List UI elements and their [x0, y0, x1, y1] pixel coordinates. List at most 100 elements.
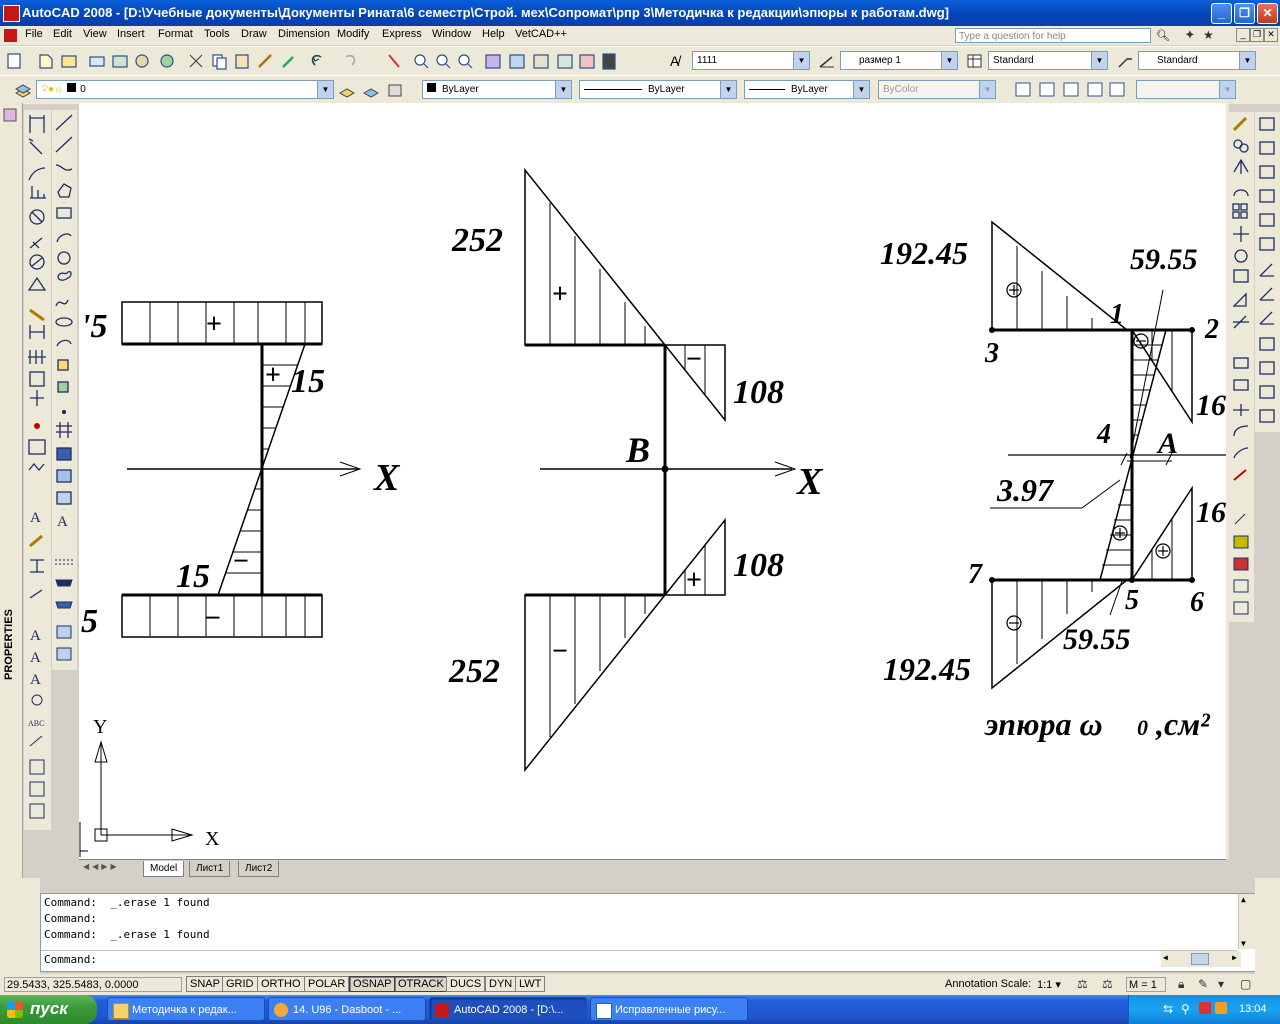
start-button[interactable]: пуск [0, 995, 97, 1024]
properties-palette-strip[interactable]: PROPERTIES [0, 103, 23, 893]
doc-close-button[interactable]: ✕ [1264, 28, 1278, 42]
menu-window[interactable]: Window [432, 28, 471, 40]
command-hscrollbar[interactable]: ◀ ▶ [1161, 951, 1241, 967]
tab-navigation-arrows[interactable]: ◀◀▶▶ [83, 862, 143, 875]
annotation-scale-value[interactable]: 1:1 ▾ [1037, 978, 1061, 991]
menu-modify[interactable]: Modify [337, 28, 369, 40]
taskbar-item-autocad[interactable]: AutoCAD 2008 - [D:\... [429, 997, 587, 1021]
search-icon[interactable]: 🔍︎ [1156, 29, 1170, 42]
toggle-ortho[interactable]: ORTHO [257, 976, 305, 992]
toggle-lwt[interactable]: LWT [515, 976, 546, 992]
menu-file[interactable]: File [25, 28, 43, 40]
tab-model[interactable]: Model [143, 861, 185, 877]
viewport-scale-dropdown[interactable]: ▼ [1136, 80, 1236, 99]
lineweight-control-dropdown[interactable]: ByLayer ▼ [744, 80, 870, 99]
d1-label-5-bottom: 5 [81, 603, 98, 640]
d2-label-252-bottom: 252 [448, 653, 500, 690]
minimize-button[interactable]: _ [1211, 3, 1232, 24]
taskbar-item-player[interactable]: 14. U96 - Dasboot - ... [268, 997, 426, 1021]
layer-dropdown[interactable]: 💡︎●☼ 0 ▼ [36, 80, 334, 99]
tray-app-icon[interactable] [1215, 1002, 1227, 1014]
command-prompt-input[interactable]: Command: [44, 953, 97, 966]
layers-toolbar: 💡︎●☼ 0 ▼ ByLayer ▼ ByLayer ▼ ByLayer ▼ ByColo… [0, 75, 1280, 104]
taskbar-item-word[interactable]: Исправленные рису... [590, 997, 748, 1021]
d2-sign-minus-bottom: − [552, 636, 568, 667]
clean-screen-icon[interactable]: ▢ [1240, 977, 1251, 991]
menu-express[interactable]: Express [382, 28, 422, 40]
close-button[interactable]: ✕ [1257, 3, 1278, 24]
d3-label-59-top: 59.55 [1130, 243, 1198, 276]
toggle-polar[interactable]: POLAR [304, 976, 350, 992]
toggle-snap[interactable]: SNAP [186, 976, 224, 992]
help-search-input[interactable]: Type a question for help [955, 28, 1151, 43]
communication-center-icon[interactable]: ⯌ [1186, 29, 1195, 42]
tab-layout-2[interactable]: Лист2 [238, 861, 280, 877]
command-window[interactable]: Command: _.erase 1 found Command: Comman… [40, 893, 1256, 972]
standard-toolbar: A̸ 1111 ▼ размер 1 ▼ Standard ▼ Standard ▼ [0, 46, 1280, 76]
favorites-star-icon[interactable]: ★ [1203, 28, 1214, 42]
scroll-down-icon[interactable]: ▼ [1241, 939, 1246, 948]
menu-tools[interactable]: Tools [204, 28, 230, 40]
layer-manager-icon[interactable] [14, 81, 32, 99]
dimension-style-icon[interactable] [818, 52, 836, 70]
d3-label-192-top: 192.45 [880, 235, 968, 271]
coordinates-readout[interactable]: 29.5433, 325.5483, 0.0000 [4, 977, 182, 992]
menu-draw[interactable]: Draw [241, 28, 267, 40]
search-tray-icon[interactable]: ⚲ [1181, 1002, 1190, 1016]
antivirus-icon[interactable] [1199, 1002, 1211, 1014]
windows-logo-icon [7, 1002, 23, 1018]
menu-insert[interactable]: Insert [117, 28, 145, 40]
d3-caption-unit: ,см² [1155, 706, 1211, 742]
svg-text:ABC: ABC [28, 719, 44, 728]
toggle-osnap[interactable]: OSNAP [349, 976, 396, 992]
menu-help[interactable]: Help [482, 28, 505, 40]
make-object-layer-current-icon[interactable] [338, 81, 356, 99]
taskbar-item-folder[interactable]: Методичка к редак... [107, 997, 265, 1021]
properties-palette-icon[interactable] [3, 108, 18, 123]
status-menu-icon[interactable]: ▾ [1218, 977, 1224, 991]
toggle-grid[interactable]: GRID [222, 976, 258, 992]
ucs-icon [79, 740, 194, 857]
table-style-dropdown[interactable]: Standard ▼ [988, 51, 1108, 70]
d3-point-4: 4 [1096, 419, 1111, 450]
dimension-style-dropdown[interactable]: размер 1 ▼ [840, 51, 958, 70]
toggle-dyn[interactable]: DYN [485, 976, 517, 992]
menu-view[interactable]: View [83, 28, 107, 40]
auto-scale-icon[interactable]: ⚖ [1102, 977, 1113, 991]
linetype-control-dropdown[interactable]: ByLayer ▼ [579, 80, 737, 99]
window-title: AutoCAD 2008 - [D:\Учебные документы\Док… [22, 5, 950, 20]
doc-minimize-button[interactable]: _ [1236, 28, 1250, 42]
scroll-up-icon[interactable]: ▲ [1241, 895, 1246, 904]
layer-states-icon[interactable] [386, 81, 404, 99]
text-style-icon[interactable]: A̸ [670, 53, 679, 69]
text-style-dropdown[interactable]: 1111 ▼ [692, 51, 810, 70]
maximize-button[interactable]: ❐ [1234, 3, 1255, 24]
command-window-handle [0, 878, 40, 974]
color-control-dropdown[interactable]: ByLayer ▼ [422, 80, 572, 99]
svg-text:A: A [30, 650, 41, 666]
menu-format[interactable]: Format [158, 28, 193, 40]
tray-settings-icon[interactable]: ✎ [1198, 977, 1208, 991]
network-icon[interactable]: ⇆ [1163, 1002, 1173, 1016]
document-icon[interactable] [4, 29, 17, 42]
tab-layout-1[interactable]: Лист1 [189, 861, 231, 877]
menu-edit[interactable]: Edit [53, 28, 72, 40]
d3-label-16-bottom: 16 [1196, 496, 1226, 529]
doc-restore-button[interactable]: ❐ [1250, 28, 1264, 42]
plotstyle-control-dropdown[interactable]: ByColor ▼ [878, 80, 996, 99]
command-scrollbar[interactable]: ▲ ▼ [1238, 894, 1255, 949]
d2-axis-x: X [796, 461, 824, 503]
multileader-style-dropdown[interactable]: Standard ▼ [1138, 51, 1256, 70]
annotation-visibility-icon[interactable]: ⚖ [1077, 977, 1088, 991]
viewport-tools[interactable] [1012, 80, 1132, 100]
table-style-icon[interactable] [966, 52, 984, 70]
menu-vetcad[interactable]: VetCAD++ [515, 28, 567, 40]
drawing-canvas[interactable]: '5 5 15 15 X + + − − 252 108 B X 108 252… [79, 103, 1226, 859]
lock-icon[interactable]: 🔒︎ [1178, 977, 1184, 992]
toggle-otrack[interactable]: OTRACK [394, 976, 448, 992]
layer-previous-icon[interactable] [362, 81, 380, 99]
toggle-ducs[interactable]: DUCS [446, 976, 486, 992]
m-value-field[interactable]: M = 1 [1126, 977, 1166, 992]
multileader-style-icon[interactable] [1116, 52, 1134, 70]
menu-dimension[interactable]: Dimension [278, 28, 330, 40]
